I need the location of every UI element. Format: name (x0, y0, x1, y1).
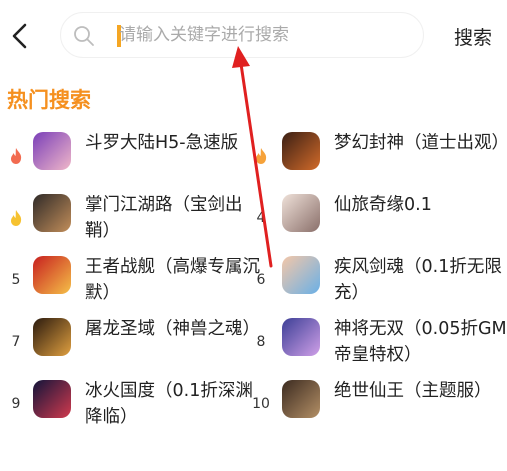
game-name: 王者战舰（高爆专属沉默） (85, 257, 260, 303)
search-icon (74, 26, 94, 46)
fire-icon (250, 128, 272, 184)
game-name: 仙旅奇缘0.1 (334, 195, 432, 215)
game-name: 屠龙圣域（神兽之魂） (85, 319, 260, 339)
game-name: 绝世仙王（主题服） (334, 381, 492, 401)
rank-number: 10 (252, 396, 270, 412)
rank-number: 4 (256, 210, 266, 226)
game-icon (282, 380, 320, 418)
rank-number: 8 (256, 334, 266, 350)
rank-number: 9 (11, 396, 21, 412)
list-item[interactable]: 梦幻封神（道士出观） (254, 128, 507, 184)
search-button[interactable]: 搜索 (454, 23, 492, 50)
rank-number: 7 (11, 334, 21, 350)
rank-number: 5 (11, 272, 21, 288)
game-icon (282, 318, 320, 356)
game-icon (282, 256, 320, 294)
fire-icon (5, 190, 27, 246)
list-item[interactable]: 9 冰火国度（0.1折深渊降临） (5, 376, 253, 432)
game-name: 冰火国度（0.1折深渊降临） (85, 381, 253, 427)
back-arrow-icon[interactable] (8, 20, 32, 52)
list-item[interactable]: 8 神将无双（0.05折GM帝皇特权） (254, 314, 507, 370)
game-name: 掌门江湖路（宝剑出鞘） (85, 195, 243, 241)
game-name: 神将无双（0.05折GM帝皇特权） (334, 319, 507, 365)
list-item[interactable]: 10 绝世仙王（主题服） (252, 376, 494, 432)
hot-search-title: 热门搜索 (7, 88, 91, 112)
game-name: 梦幻封神（道士出观） (334, 133, 507, 153)
game-icon (33, 256, 71, 294)
search-box[interactable] (60, 12, 424, 58)
game-icon (282, 132, 320, 170)
search-input[interactable] (119, 13, 399, 57)
list-item[interactable]: 7 屠龙圣域（神兽之魂） (5, 314, 260, 370)
list-item[interactable]: 掌门江湖路（宝剑出鞘） (5, 190, 245, 246)
game-icon (33, 194, 71, 232)
list-item[interactable]: 6 疾风剑魂（0.1折无限充） (254, 252, 502, 308)
fire-icon (5, 128, 27, 184)
game-icon (33, 380, 71, 418)
top-bar: 搜索 (0, 0, 507, 72)
list-item[interactable]: 斗罗大陆H5-急速版 (5, 128, 245, 184)
rank-number: 6 (256, 272, 266, 288)
game-name: 疾风剑魂（0.1折无限充） (334, 257, 502, 303)
game-name: 斗罗大陆H5-急速版 (85, 133, 239, 153)
list-item[interactable]: 4 仙旅奇缘0.1 (254, 190, 494, 246)
game-icon (33, 318, 71, 356)
game-icon (282, 194, 320, 232)
game-icon (33, 132, 71, 170)
list-item[interactable]: 5 王者战舰（高爆专属沉默） (5, 252, 260, 308)
